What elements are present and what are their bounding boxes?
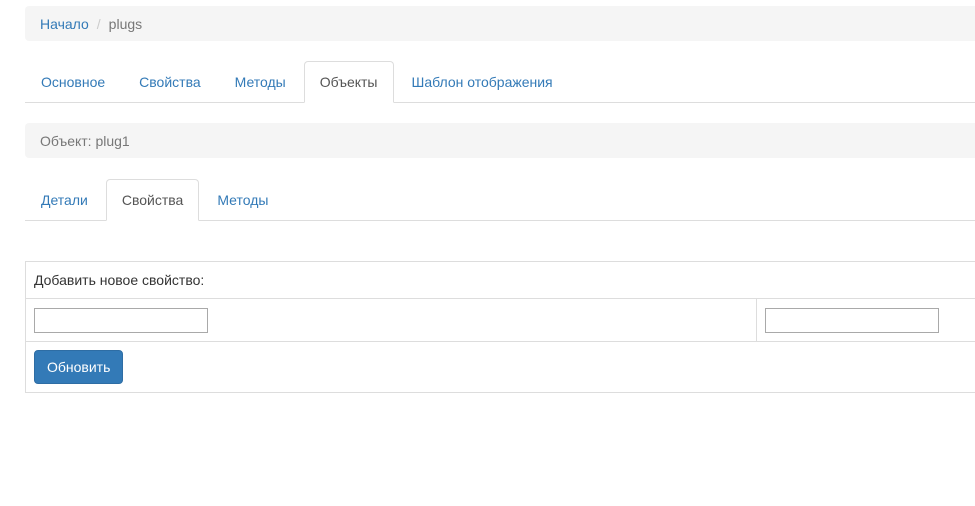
tab-details[interactable]: Детали	[25, 179, 104, 221]
tab-properties[interactable]: Свойства	[123, 61, 216, 103]
form-heading: Добавить новое свойство:	[34, 272, 205, 288]
tab-methods[interactable]: Методы	[219, 61, 302, 103]
new-property-form: Добавить новое свойство: Обновить	[25, 261, 975, 393]
object-title: Объект: plug1	[40, 132, 130, 149]
tab-display-template[interactable]: Шаблон отображения	[396, 61, 569, 103]
tab-object-methods[interactable]: Методы	[201, 179, 284, 221]
page: Начало / plugs Основное Свойства Методы …	[0, 0, 975, 506]
breadcrumb: Начало / plugs	[25, 6, 975, 41]
breadcrumb-current: plugs	[108, 15, 143, 32]
object-bar: Объект: plug1	[25, 123, 975, 158]
tab-object-properties[interactable]: Свойства	[105, 179, 200, 221]
value-cell	[757, 299, 975, 341]
form-actions-row: Обновить	[26, 342, 975, 392]
breadcrumb-home-link[interactable]: Начало	[40, 16, 89, 32]
tab-objects[interactable]: Объекты	[303, 61, 394, 103]
breadcrumb-separator: /	[96, 15, 101, 32]
property-value-input[interactable]	[765, 307, 939, 333]
main-tabs: Основное Свойства Методы Объекты Шаблон …	[25, 61, 975, 103]
name-cell	[26, 299, 757, 341]
property-name-input[interactable]	[34, 307, 208, 333]
tab-main[interactable]: Основное	[25, 61, 121, 103]
form-heading-row: Добавить новое свойство:	[26, 262, 975, 299]
object-tabs: Детали Свойства Методы	[25, 179, 975, 221]
form-inputs-row	[26, 299, 975, 342]
update-button[interactable]: Обновить	[34, 350, 124, 384]
